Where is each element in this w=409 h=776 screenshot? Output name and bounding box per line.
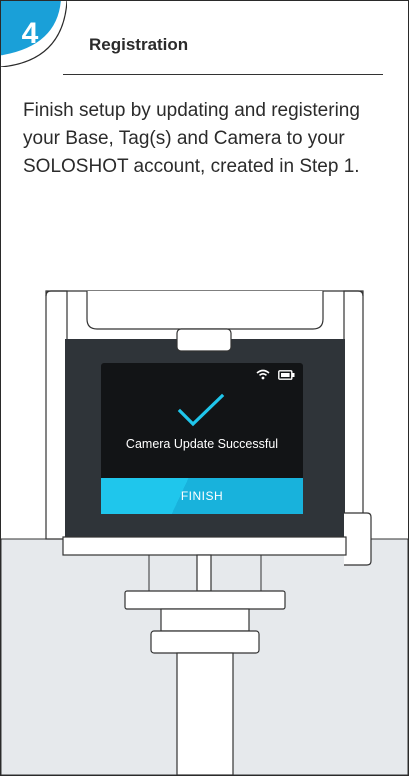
device-screen: Camera Update Successful FINISH: [101, 363, 303, 514]
battery-icon: [278, 369, 295, 380]
step-number: 4: [21, 17, 39, 50]
checkmark-icon: [177, 393, 225, 427]
step-card: Camera Update Successful FINISH 4 Regist…: [0, 0, 409, 776]
step-description: Finish setup by updating and registering…: [23, 100, 360, 177]
status-bar: [256, 369, 295, 380]
step-title: Registration: [89, 35, 189, 54]
wifi-icon: [256, 369, 270, 380]
finish-button[interactable]: FINISH: [101, 478, 303, 514]
title-divider: [63, 74, 383, 75]
update-status-message: Camera Update Successful: [125, 437, 279, 451]
